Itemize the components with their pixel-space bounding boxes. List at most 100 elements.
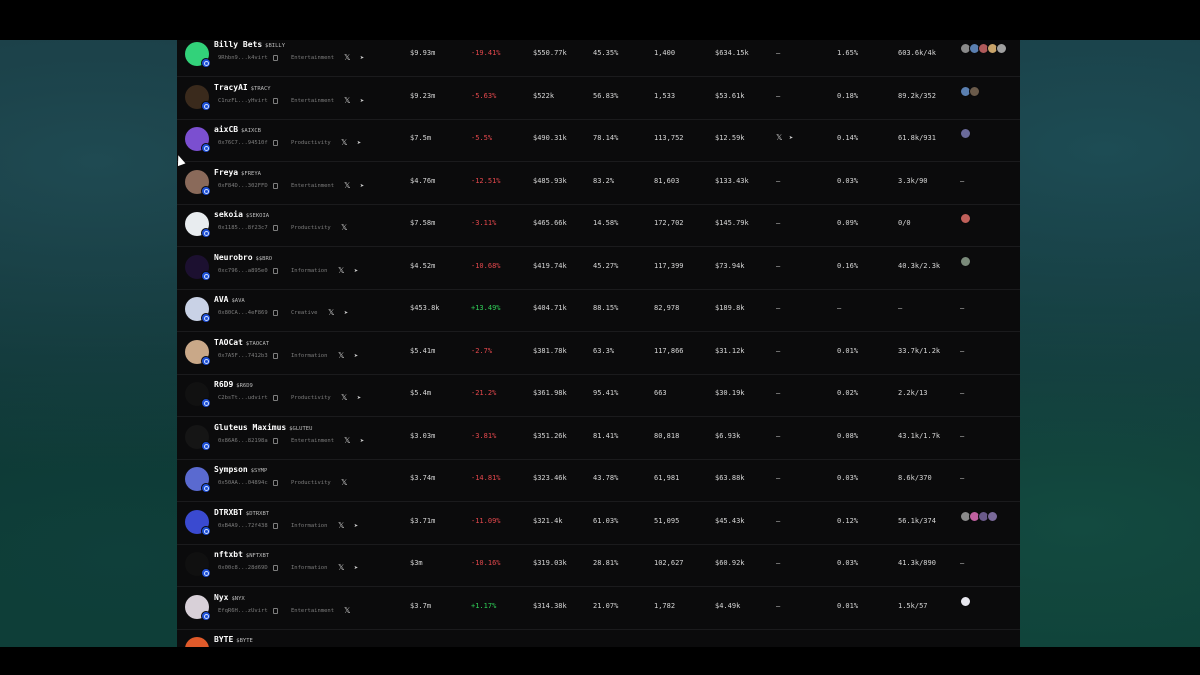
x-logo-icon[interactable]: 𝕏 — [776, 134, 782, 142]
agent-name[interactable]: sekoia $SEKOIA — [214, 210, 269, 219]
telegram-icon[interactable]: ➤ — [357, 394, 361, 402]
copy-icon[interactable] — [273, 310, 278, 316]
holder-avatar[interactable] — [969, 85, 980, 97]
telegram-icon[interactable]: ➤ — [344, 309, 348, 317]
agent-name[interactable]: Neurobro $$BRO — [214, 253, 272, 262]
copy-icon[interactable] — [273, 395, 278, 401]
telegram-icon[interactable]: ➤ — [360, 437, 364, 445]
metric-col4: 45.35% — [593, 49, 619, 57]
metric-col6: $4.49k — [715, 601, 741, 610]
x-logo-icon[interactable]: 𝕏 — [338, 564, 344, 572]
holder-avatar[interactable] — [960, 255, 971, 267]
x-logo-icon[interactable]: 𝕏 — [338, 351, 344, 360]
x-logo-icon[interactable]: 𝕏 — [344, 436, 350, 445]
metric-col9: 0/0 — [898, 219, 911, 227]
telegram-icon[interactable]: ➤ — [354, 352, 358, 360]
agent-name[interactable]: Freya $FREYA — [214, 168, 261, 177]
table-row[interactable]: Gluteus Maximus $GLUTEU 0x86A6...82198a Ent… — [177, 417, 1020, 460]
telegram-icon[interactable]: ➤ — [354, 564, 358, 572]
metric-col4: 45.27% — [593, 261, 619, 270]
metric-col8: 0.09% — [837, 219, 859, 227]
copy-icon[interactable] — [273, 437, 278, 444]
copy-icon[interactable] — [273, 182, 278, 189]
agent-name[interactable]: TAOCat $TAOCAT — [214, 338, 269, 347]
copy-icon[interactable] — [273, 225, 278, 231]
contract-address: EfqR6H...zUvirt — [218, 607, 268, 614]
agent-name[interactable]: DTRXBT $DTRXBT — [214, 508, 269, 517]
table-row[interactable]: Billy Bets $BILLY 9Rhbn9...k4virt Entertain… — [177, 40, 1020, 77]
table-row[interactable]: TracyAI $TRACY C1nzFL...yHvirt Entertainmen… — [177, 77, 1020, 120]
agent-name[interactable]: AVA $AVA — [214, 295, 245, 304]
table-row[interactable]: DTRXBT $DTRXBT 0xB4A9...72f438 Information 𝕏… — [177, 502, 1020, 545]
table-row[interactable]: Nyx $NYX EfqR6H...zUvirt Entertainment 𝕏 $3.7… — [177, 587, 1020, 630]
telegram-icon[interactable]: ➤ — [354, 267, 358, 275]
table-row[interactable]: TAOCat $TAOCAT 0x7A5F...7412b3 Information 𝕏… — [177, 332, 1020, 375]
telegram-icon[interactable]: ➤ — [360, 97, 364, 105]
table-row[interactable]: aixCB $AIXCB 0x76C7...94510f Productivity 𝕏 ➤… — [177, 119, 1020, 162]
agent-category: Information — [291, 352, 328, 359]
agent-name[interactable]: BYTE $BYTE — [214, 635, 253, 644]
agent-name[interactable]: Gluteus Maximus $GLUTEU — [214, 423, 312, 432]
holder-avatar[interactable] — [987, 510, 998, 522]
telegram-icon[interactable]: ➤ — [357, 139, 361, 147]
agent-ticker: $FREYA — [241, 170, 261, 177]
agent-ticker: $$BRO — [255, 255, 273, 262]
metric-col3: $522k — [533, 91, 555, 100]
metric-col6: $60.92k — [715, 559, 745, 567]
agent-name[interactable]: Nyx $NYX — [214, 593, 245, 602]
x-logo-icon[interactable]: 𝕏 — [328, 309, 334, 317]
copy-icon[interactable] — [273, 607, 278, 614]
holder-avatar[interactable] — [960, 595, 971, 607]
telegram-icon[interactable]: ➤ — [360, 54, 364, 62]
copy-icon[interactable] — [273, 267, 278, 274]
metric-col4: 83.2% — [593, 176, 615, 185]
copy-icon[interactable] — [273, 97, 278, 104]
agent-avatar[interactable] — [185, 637, 209, 647]
agent-name[interactable]: Billy Bets $BILLY — [214, 40, 285, 49]
table-row[interactable]: Sympson $SYMP 0x50AA...04894c Productivity 𝕏… — [177, 459, 1020, 502]
x-logo-icon[interactable]: 𝕏 — [344, 606, 350, 615]
copy-icon[interactable] — [273, 55, 278, 61]
x-logo-icon[interactable]: 𝕏 — [344, 181, 350, 190]
x-logo-icon[interactable]: 𝕏 — [341, 479, 347, 487]
table-row[interactable]: sekoia $SEKOIA 0x1185...8f23c7 Productivity… — [177, 204, 1020, 247]
table-row[interactable]: R6D9 $R6D9 C2bsTt...udvirt Productivity 𝕏 ➤ $5… — [177, 374, 1020, 417]
copy-icon[interactable] — [273, 522, 278, 529]
agent-ticker: $TRACY — [250, 85, 271, 92]
telegram-icon[interactable]: ➤ — [360, 182, 364, 190]
table-row[interactable]: nftxbt $NFTXBT 0x00c8...28d69D Information 𝕏… — [177, 544, 1020, 587]
agent-name[interactable]: aixCB $AIXCB — [214, 125, 261, 134]
agent-ticker: $NYX — [231, 595, 245, 602]
holder-avatar[interactable] — [996, 43, 1007, 54]
copy-icon[interactable] — [273, 565, 278, 571]
table-row[interactable]: Freya $FREYA 0xF84D...302FFD Entertainment 𝕏… — [177, 162, 1020, 205]
x-logo-icon[interactable]: 𝕏 — [344, 96, 350, 105]
agent-category: Information — [291, 267, 328, 274]
holder-avatar[interactable] — [960, 213, 971, 224]
x-logo-icon[interactable]: 𝕏 — [341, 224, 347, 232]
copy-icon[interactable] — [273, 480, 278, 486]
telegram-icon[interactable]: ➤ — [354, 522, 358, 530]
agent-name-text: nftxbt — [214, 550, 243, 559]
telegram-icon[interactable]: ➤ — [789, 134, 793, 142]
metric-col4: 88.15% — [593, 304, 619, 312]
copy-icon[interactable] — [273, 140, 278, 146]
copy-icon[interactable] — [273, 352, 278, 359]
market-cap-value: $5.4m — [410, 389, 432, 397]
x-logo-icon[interactable]: 𝕏 — [338, 266, 344, 275]
metric-col5: 117,399 — [654, 261, 684, 270]
metric-col6: $12.59k — [715, 134, 745, 142]
x-logo-icon[interactable]: 𝕏 — [341, 394, 347, 402]
x-logo-icon[interactable]: 𝕏 — [344, 54, 350, 62]
agent-category: Entertainment — [291, 437, 335, 444]
x-logo-icon[interactable]: 𝕏 — [338, 521, 344, 530]
table-row[interactable]: Neurobro $$BRO 0xc796...a895e0 Information 𝕏… — [177, 247, 1020, 290]
table-row[interactable]: AVA $AVA 0x80CA...4eF869 Creative 𝕏 ➤ $453.8k +… — [177, 289, 1020, 332]
agent-name[interactable]: R6D9 $R6D9 — [214, 380, 253, 389]
table-row[interactable]: BYTE $BYTE — [177, 629, 1020, 647]
x-logo-icon[interactable]: 𝕏 — [341, 139, 347, 147]
agent-name[interactable]: Sympson $SYMP — [214, 465, 267, 474]
holder-avatar[interactable] — [960, 128, 971, 139]
agent-name[interactable]: TracyAI $TRACY — [214, 83, 271, 92]
agent-name[interactable]: nftxbt $NFTXBT — [214, 550, 269, 559]
